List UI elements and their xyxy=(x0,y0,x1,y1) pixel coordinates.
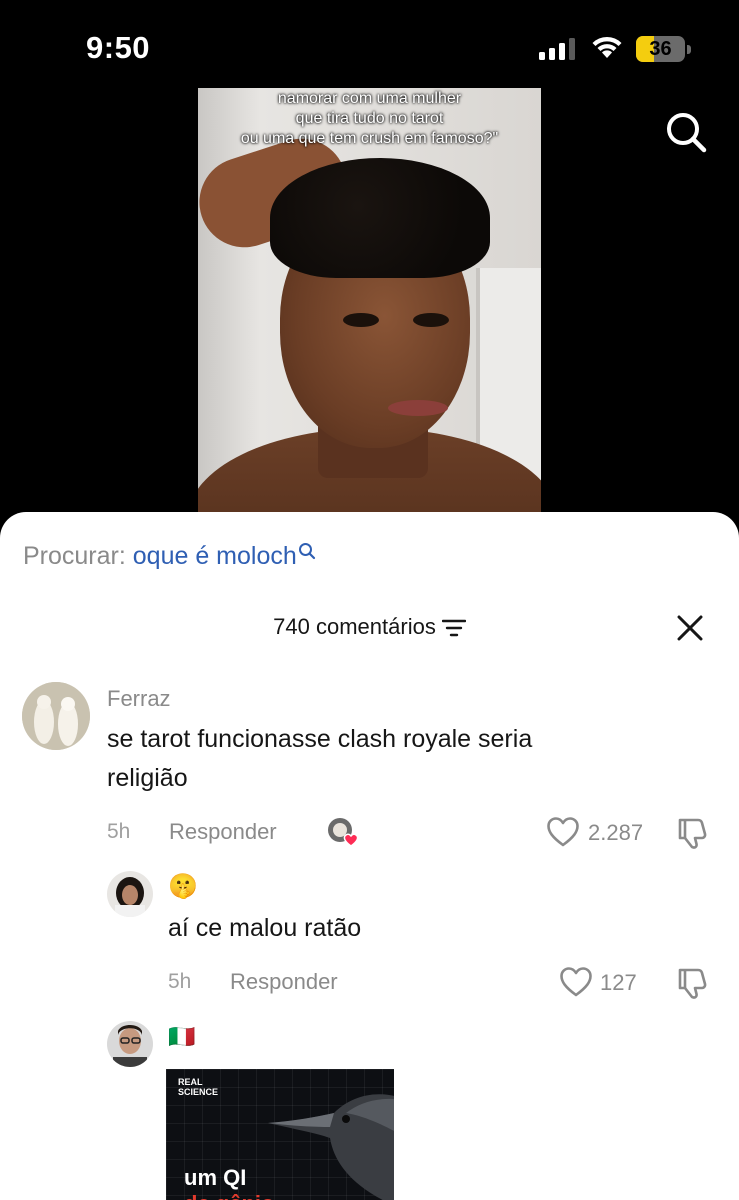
video-caption: namorar com uma mulher que tira tudo no … xyxy=(198,89,541,149)
sort-filter-icon[interactable] xyxy=(441,618,466,638)
heart-icon[interactable] xyxy=(546,816,580,848)
creator-liked-badge xyxy=(326,816,360,848)
headline-line: um QI xyxy=(184,1165,247,1190)
reply-button[interactable]: Responder xyxy=(169,819,277,845)
comment-text: se tarot funcionasse clash royale seria xyxy=(107,725,533,753)
comments-count: 740 comentários xyxy=(273,614,436,639)
comment-username[interactable]: 🤫 xyxy=(168,872,198,901)
video-person-eye-left xyxy=(343,313,379,327)
image-brand: REAL SCIENCE xyxy=(178,1077,218,1097)
headline-line: de gênio xyxy=(184,1191,274,1200)
like-count: 2.287 xyxy=(588,820,644,845)
comment-text: aí ce malou ratão xyxy=(168,914,362,942)
caption-line: que tira tudo no tarot xyxy=(295,110,444,127)
avatar-image xyxy=(107,871,153,917)
dislike-icon[interactable] xyxy=(676,966,710,1000)
comment-time: 5h xyxy=(168,970,192,993)
search-suggestion-term[interactable]: oque é moloch xyxy=(133,542,297,570)
comment-image[interactable]: REAL SCIENCE um QI de gênio xyxy=(166,1069,394,1200)
like-count: 127 xyxy=(600,970,637,995)
image-headline: um QI de gênio xyxy=(184,1165,274,1200)
brand-line: REAL xyxy=(178,1077,203,1087)
heart-icon[interactable] xyxy=(559,966,593,998)
creator-avatar-heart-icon xyxy=(328,818,359,847)
crow-illustration xyxy=(268,1094,394,1200)
comment-time: 5h xyxy=(107,820,131,843)
caption-line: namorar com uma mulher xyxy=(277,90,462,107)
video-person-mouth xyxy=(388,400,448,416)
comment-username[interactable]: 🇮🇹 xyxy=(168,1024,195,1050)
close-icon[interactable] xyxy=(674,612,706,644)
search-suggestion[interactable]: Procurar: oque é moloch xyxy=(23,542,316,571)
avatar[interactable] xyxy=(107,871,153,917)
video-frame[interactable] xyxy=(198,88,541,518)
video-person-eye-right xyxy=(413,313,449,327)
comments-header: 740 comentários xyxy=(0,614,739,640)
comment-username[interactable]: Ferraz xyxy=(107,686,171,712)
avatar[interactable] xyxy=(22,682,90,750)
search-small-icon xyxy=(298,543,315,560)
search-icon[interactable] xyxy=(664,110,708,154)
avatar[interactable] xyxy=(107,1021,153,1067)
avatar-image xyxy=(22,682,90,750)
search-suggestion-label: Procurar: xyxy=(23,542,126,570)
dislike-icon[interactable] xyxy=(676,816,710,850)
brand-line: SCIENCE xyxy=(178,1087,219,1097)
video-person-hair xyxy=(270,158,490,278)
comment-text: religião xyxy=(107,764,188,792)
reply-button[interactable]: Responder xyxy=(230,969,338,995)
caption-line: ou uma que tem crush em famoso?" xyxy=(240,130,499,147)
video-area[interactable]: namorar com uma mulher que tira tudo no … xyxy=(0,0,739,530)
avatar-image xyxy=(107,1021,153,1067)
